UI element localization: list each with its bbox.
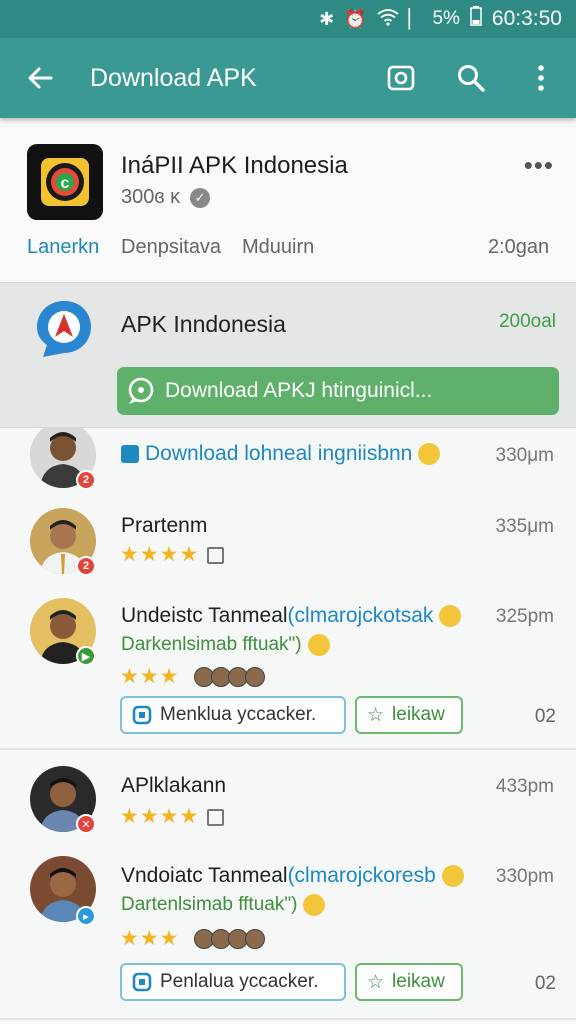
bluetooth-icon: ✱ — [319, 8, 335, 29]
tab-fourth[interactable]: 2:0gan — [488, 236, 549, 259]
search-button[interactable] — [436, 63, 506, 93]
reply-icon — [132, 705, 152, 725]
tab-bar: Lanerkn Denpsitava Mduuirn 2:0gan — [0, 236, 576, 270]
emoji-icon — [439, 605, 462, 628]
tab-first[interactable]: Lanerkn — [27, 236, 99, 259]
list-item[interactable]: Download lohneal ingniisbnn — [121, 442, 441, 466]
reaction-avatar — [245, 929, 266, 950]
status-bar: ✱ ⏰ ▏ 5% 60:3:50 — [0, 0, 576, 38]
battery-icon — [470, 6, 482, 32]
rating-stars: ★★★★ — [120, 542, 225, 567]
featured-card: APK Inndonesia 200oal Download APKJ htin… — [0, 282, 576, 428]
reply-button[interactable]: Menklua yccacker. — [120, 696, 346, 734]
reply-icon — [132, 972, 152, 992]
verified-icon: ✓ — [190, 187, 211, 208]
like-button[interactable]: ☆ leikaw — [355, 963, 463, 1001]
search-icon — [458, 65, 485, 92]
badge-icon: ▸ — [76, 906, 96, 926]
comment-time: 330pm — [495, 866, 554, 887]
star-outline-icon: ☆ — [367, 971, 385, 993]
app-download-count: 300ɞ ᴋ — [121, 186, 181, 208]
square-icon — [207, 808, 225, 826]
alarm-icon: ⏰ — [344, 8, 367, 29]
rating-stars: ★★★ — [120, 926, 266, 951]
chat-icon — [128, 377, 154, 404]
divider — [0, 748, 576, 750]
download-button-label: Download APKJ htinguinicl... — [165, 379, 433, 402]
emoji-icon — [441, 865, 464, 888]
more-horiz-icon[interactable]: ••• — [524, 150, 554, 181]
signal-icon: ▏ — [408, 8, 423, 29]
reply-button[interactable]: Penlalua yccacker. — [120, 963, 346, 1001]
reply-count: 02 — [534, 706, 556, 727]
comment-list: 2 Download lohneal ingniisbnn 330μm 2 Pr… — [0, 428, 576, 1024]
star-outline-icon: ☆ — [367, 704, 385, 726]
reply-count: 02 — [534, 973, 556, 994]
app-name: InáPII APK Indonesia — [121, 152, 348, 179]
emoji-icon — [303, 894, 326, 916]
tab-third[interactable]: Mduuirn — [242, 236, 314, 259]
message-icon — [121, 445, 139, 464]
divider — [0, 1018, 576, 1020]
battery-percent: 5% — [432, 8, 460, 29]
badge-icon: 2 — [76, 470, 96, 490]
wifi-icon — [376, 8, 399, 31]
back-button[interactable] — [0, 66, 80, 90]
emoji-icon — [418, 443, 441, 466]
overflow-menu-button[interactable] — [506, 65, 576, 91]
commenter-name: Vndoiatc Tanmeal(clmarojckoresb — [121, 864, 464, 888]
commenter-name: Undeistc Tanmeal(clmarojckotsak — [121, 604, 462, 628]
like-button[interactable]: ☆ leikaw — [355, 696, 463, 734]
featured-count: 200oal — [498, 311, 556, 332]
comment-time: 335μm — [495, 516, 554, 537]
tab-second[interactable]: Denpsitava — [121, 236, 221, 259]
download-button[interactable]: Download APKJ htinguinicl... — [117, 367, 559, 415]
svg-text:c: c — [61, 175, 70, 192]
arrow-back-icon — [28, 67, 53, 89]
chat-bubble-logo-icon — [33, 297, 95, 359]
page-title: Download APK — [90, 63, 257, 92]
comment-body: Darkenlsimab fftuak") — [121, 634, 330, 656]
app-logo-icon: c — [27, 144, 103, 220]
app-header: c InáPII APK Indonesia 300ɞ ᴋ ✓ ••• Lane… — [0, 124, 576, 280]
featured-title: APK Inndonesia — [121, 311, 286, 337]
app-meta: 300ɞ ᴋ ✓ — [121, 186, 211, 209]
reaction-avatar — [245, 667, 266, 688]
badge-icon: ▶ — [76, 646, 96, 666]
camera-icon — [387, 65, 415, 91]
badge-icon: 2 — [76, 556, 96, 576]
square-icon — [207, 546, 225, 564]
rating-stars: ★★★ — [120, 664, 266, 689]
comment-time: 325pm — [495, 606, 554, 627]
app-bar: Download APK — [0, 38, 576, 118]
comment-time: 433pm — [495, 776, 554, 797]
comment-body: Dartenlsimab fftuak") — [121, 894, 326, 916]
screenshot-button[interactable] — [366, 64, 436, 92]
clock: 60:3:50 — [491, 7, 562, 30]
comment-time: 330μm — [495, 445, 554, 466]
commenter-name: APlklakann — [121, 774, 227, 797]
emoji-icon — [307, 634, 330, 656]
badge-icon: ✕ — [76, 814, 96, 834]
rating-stars: ★★★★ — [120, 804, 225, 829]
commenter-name: Prartenm — [121, 514, 208, 537]
more-vert-icon — [538, 65, 544, 91]
comment-link[interactable]: Download lohneal ingniisbnn — [145, 442, 412, 465]
